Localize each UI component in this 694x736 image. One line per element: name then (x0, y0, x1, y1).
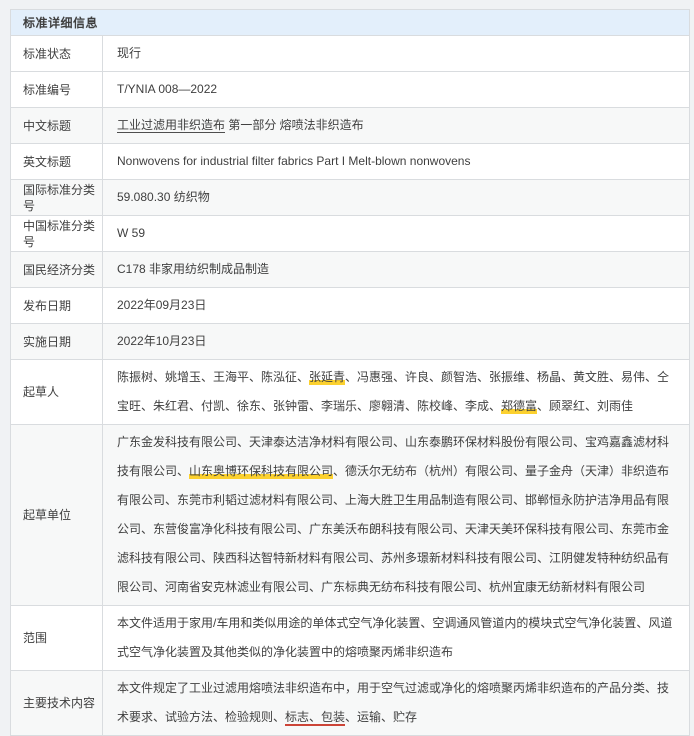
highlight-yellow-annotation: 郑德富 (501, 399, 537, 414)
table-row: 起草单位广东金发科技有限公司、天津泰达洁净材料有限公司、山东泰鹏环保材料股份有限… (11, 425, 690, 606)
table-row: 发布日期 2022年09月23日 (11, 288, 690, 324)
row-label: 起草单位 (11, 425, 103, 606)
row-label: 中国标准分类号 (11, 216, 103, 252)
value-text: W 59 (117, 226, 145, 240)
value-text: 、顾翠红、刘雨佳 (537, 399, 633, 413)
table-row: 英文标题 Nonwovens for industrial filter fabr… (11, 144, 690, 180)
row-value: 本文件规定了工业过滤用熔喷法非织造布中，用于空气过滤或净化的熔喷聚丙烯非织造布的… (103, 671, 690, 736)
row-label: 中文标题 (11, 108, 103, 144)
row-label: 实施日期 (11, 324, 103, 360)
row-value: Nonwovens for industrial filter fabrics … (103, 144, 690, 180)
table-row: 国际标准分类号 59.080.30 纺织物 (11, 180, 690, 216)
value-text: 2022年10月23日 (117, 334, 206, 348)
standard-info-table: 标准详细信息 标准状态现行标准编号 T/YNIA 008—2022 中文标题工业过滤… (10, 9, 690, 736)
table-body: 标准状态现行标准编号 T/YNIA 008—2022 中文标题工业过滤用非织造布 第… (11, 36, 690, 736)
table-row: 主要技术内容本文件规定了工业过滤用熔喷法非织造布中，用于空气过滤或净化的熔喷聚丙… (11, 671, 690, 736)
row-label: 发布日期 (11, 288, 103, 324)
value-text: 现行 (117, 46, 141, 60)
row-value: 59.080.30 纺织物 (103, 180, 690, 216)
row-value: W 59 (103, 216, 690, 252)
table-title: 标准详细信息 (11, 10, 690, 36)
row-value: 广东金发科技有限公司、天津泰达洁净材料有限公司、山东泰鹏环保材料股份有限公司、宝… (103, 425, 690, 606)
table-row: 标准编号 T/YNIA 008—2022 (11, 72, 690, 108)
highlight-yellow-annotation: 张延青 (309, 370, 345, 385)
row-value: 现行 (103, 36, 690, 72)
value-text: 、德沃尔无纺布（杭州）有限公司、量子金舟（天津）非织造布有限公司、东莞市利韬过滤… (117, 464, 669, 594)
page: 标准详细信息 标准状态现行标准编号 T/YNIA 008—2022 中文标题工业过滤… (0, 0, 694, 736)
underline-red-annotation: 标志、包装 (285, 710, 345, 726)
table-row: 国民经济分类 C178 非家用纺织制成品制造 (11, 252, 690, 288)
value-text: T/YNIA 008—2022 (117, 82, 217, 96)
row-value: 2022年10月23日 (103, 324, 690, 360)
value-text: 第一部分 熔喷法非织造布 (225, 118, 364, 132)
table-row: 实施日期 2022年10月23日 (11, 324, 690, 360)
row-value: 陈振树、姚增玉、王海平、陈泓征、张延青、冯惠强、许良、颜智浩、张振维、杨晶、黄文… (103, 360, 690, 425)
row-label: 英文标题 (11, 144, 103, 180)
value-text: 本文件适用于家用/车用和类似用途的单体式空气净化装置、空调通风管道内的模块式空气… (117, 616, 672, 659)
underline-dark-annotation: 工业过滤用非织造布 (117, 118, 225, 133)
row-value: 工业过滤用非织造布 第一部分 熔喷法非织造布 (103, 108, 690, 144)
highlight-yellow-annotation: 山东奥博环保科技有限公司 (189, 464, 333, 479)
row-label: 范围 (11, 606, 103, 671)
row-label: 国际标准分类号 (11, 180, 103, 216)
row-value: C178 非家用纺织制成品制造 (103, 252, 690, 288)
table-row: 中国标准分类号 W 59 (11, 216, 690, 252)
value-text: 2022年09月23日 (117, 298, 206, 312)
table-row: 中文标题工业过滤用非织造布 第一部分 熔喷法非织造布 (11, 108, 690, 144)
row-value: 本文件适用于家用/车用和类似用途的单体式空气净化装置、空调通风管道内的模块式空气… (103, 606, 690, 671)
value-text: Nonwovens for industrial filter fabrics … (117, 154, 470, 168)
table-row: 起草人陈振树、姚增玉、王海平、陈泓征、张延青、冯惠强、许良、颜智浩、张振维、杨晶… (11, 360, 690, 425)
value-text: 、运输、贮存 (345, 710, 417, 724)
table-header-row: 标准详细信息 (11, 10, 690, 36)
row-label: 标准编号 (11, 72, 103, 108)
row-label: 标准状态 (11, 36, 103, 72)
value-text: 陈振树、姚增玉、王海平、陈泓征、 (117, 370, 309, 384)
row-label: 起草人 (11, 360, 103, 425)
row-value: 2022年09月23日 (103, 288, 690, 324)
table-row: 范围本文件适用于家用/车用和类似用途的单体式空气净化装置、空调通风管道内的模块式… (11, 606, 690, 671)
row-label: 主要技术内容 (11, 671, 103, 736)
row-value: T/YNIA 008—2022 (103, 72, 690, 108)
value-text: 59.080.30 纺织物 (117, 190, 210, 204)
row-label: 国民经济分类 (11, 252, 103, 288)
table-row: 标准状态现行 (11, 36, 690, 72)
value-text: C178 非家用纺织制成品制造 (117, 262, 269, 276)
